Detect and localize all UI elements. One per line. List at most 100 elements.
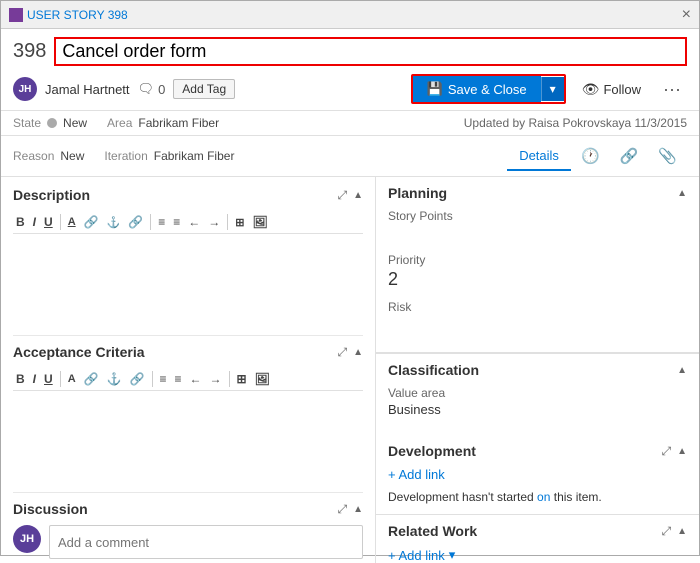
ac-bold-btn[interactable]: B [13, 371, 28, 387]
ac-list-btn[interactable]: ≡ [157, 371, 170, 387]
more-button[interactable]: ··· [657, 77, 687, 102]
link-btn[interactable]: 🔗 [81, 214, 102, 230]
related-header: Related Work ⤢ ▲ [388, 523, 687, 539]
priority-value[interactable]: 2 [388, 269, 687, 290]
story-points-label: Story Points [388, 209, 687, 223]
underline-btn[interactable]: U [41, 214, 56, 230]
classification-collapse[interactable]: ▲ [677, 365, 687, 376]
description-actions: ⤢ ▲ [337, 188, 363, 203]
ac-sep3 [229, 371, 230, 387]
acceptance-expand[interactable]: ⤢ [337, 345, 347, 360]
development-actions: ⤢ ▲ [661, 444, 687, 459]
table-btn[interactable]: ⊞ [232, 215, 247, 230]
olist-btn[interactable]: ≡ [170, 214, 183, 230]
comment-box: JH [13, 525, 363, 559]
close-button[interactable]: × [682, 6, 691, 24]
ac-link2-btn[interactable]: 🔗 [127, 371, 148, 387]
follow-button[interactable]: 👁 Follow [574, 77, 649, 102]
anchor-btn[interactable]: A [65, 215, 79, 229]
description-expand[interactable]: ⤢ [337, 188, 347, 203]
meta-row: State New Area Fabrikam Fiber Updated by… [1, 111, 699, 136]
tab-attachments[interactable]: 📎 [648, 141, 687, 171]
sep1 [60, 214, 61, 230]
related-actions: ⤢ ▲ [661, 524, 687, 539]
title-row: 398 [13, 37, 687, 66]
left-panel: Description ⤢ ▲ B I U A 🔗 ⚓ 🔗 ≡ ≡ ← → [1, 177, 376, 563]
comment-input[interactable] [49, 525, 363, 559]
indent-btn[interactable]: ← [185, 214, 203, 230]
status-dot [47, 118, 57, 128]
sep3 [227, 214, 228, 230]
outdent-btn[interactable]: → [205, 214, 223, 230]
story-points-value[interactable] [388, 225, 687, 243]
risk-value[interactable] [388, 316, 687, 334]
tab-history[interactable]: 🕐 [571, 141, 610, 171]
discussion-actions: ⤢ ▲ [337, 502, 363, 517]
italic-btn[interactable]: I [30, 214, 39, 230]
related-title: Related Work [388, 523, 477, 539]
ac-image-btn[interactable]: 🖼 [252, 371, 273, 387]
ac-italic-btn[interactable]: I [30, 371, 39, 387]
tab-links[interactable]: 🔗 [610, 141, 649, 171]
discussion-title: Discussion [13, 501, 88, 517]
ac-link-btn[interactable]: 🔗 [81, 371, 102, 387]
acceptance-header: Acceptance Criteria ⤢ ▲ [13, 344, 363, 360]
ac-indent-btn[interactable]: ← [187, 371, 205, 387]
acceptance-collapse[interactable]: ▲ [353, 347, 363, 358]
ac-sep1 [60, 371, 61, 387]
ac-sep2 [152, 371, 153, 387]
description-title: Description [13, 187, 90, 203]
user-name: Jamal Hartnett [45, 82, 130, 97]
ac-anchor-btn[interactable]: A [65, 372, 79, 386]
dev-note-link: on [537, 490, 550, 504]
list-btn[interactable]: ≡ [155, 214, 168, 230]
description-textarea[interactable] [13, 240, 363, 320]
title-bar-left: USER STORY 398 [9, 8, 128, 22]
related-collapse[interactable]: ▲ [677, 526, 687, 537]
eye-icon: 👁 [582, 81, 600, 98]
add-related-link-button[interactable]: + Add link ▾ [388, 547, 455, 563]
ac-outdent-btn[interactable]: → [207, 371, 225, 387]
item-number: 398 [13, 40, 46, 63]
ac-unlink-btn[interactable]: ⚓ [104, 371, 125, 387]
header-section: 398 JH Jamal Hartnett 🗨 0 Add Tag 💾 Save… [1, 29, 699, 111]
add-tag-button[interactable]: Add Tag [173, 79, 235, 99]
tabs-area: Details 🕐 🔗 📎 [507, 141, 687, 171]
bold-btn[interactable]: B [13, 214, 28, 230]
planning-collapse[interactable]: ▲ [677, 188, 687, 199]
meta-row-2: Reason New Iteration Fabrikam Fiber Deta… [1, 136, 699, 177]
development-collapse[interactable]: ▲ [677, 446, 687, 457]
image-btn[interactable]: 🖼 [250, 214, 271, 230]
item-title-input[interactable] [54, 37, 687, 66]
save-close-dropdown[interactable]: ▾ [541, 77, 564, 101]
ac-olist-btn[interactable]: ≡ [172, 371, 185, 387]
discussion-expand[interactable]: ⤢ [337, 502, 347, 517]
reason-field: Reason New [13, 149, 84, 163]
ac-table-btn[interactable]: ⊞ [234, 371, 250, 387]
value-area-value[interactable]: Business [388, 402, 687, 417]
acceptance-toolbar: B I U A 🔗 ⚓ 🔗 ≡ ≡ ← → ⊞ 🖼 [13, 368, 363, 391]
planning-title: Planning [388, 185, 447, 201]
related-expand[interactable]: ⤢ [661, 524, 671, 539]
description-collapse[interactable]: ▲ [353, 190, 363, 201]
link2-btn[interactable]: 🔗 [125, 214, 146, 230]
content-area: Description ⤢ ▲ B I U A 🔗 ⚓ 🔗 ≡ ≡ ← → [1, 177, 699, 563]
state-field: State New [13, 116, 87, 130]
development-header: Development ⤢ ▲ [388, 443, 687, 459]
reason-value: New [60, 149, 84, 163]
planning-header: Planning ▲ [388, 185, 687, 201]
unlink-btn[interactable]: ⚓ [104, 215, 124, 230]
title-bar: USER STORY 398 × [1, 1, 699, 29]
add-dev-link-button[interactable]: + Add link [388, 467, 445, 482]
development-section: Development ⤢ ▲ + Add link Development h… [376, 435, 699, 515]
risk-field: Risk [388, 300, 687, 334]
discussion-collapse[interactable]: ▲ [353, 504, 363, 515]
save-close-button[interactable]: 💾 Save & Close [413, 76, 541, 102]
iteration-label: Iteration [104, 149, 147, 163]
tab-details[interactable]: Details [507, 142, 571, 171]
ac-underline-btn[interactable]: U [41, 371, 56, 387]
acceptance-textarea[interactable] [13, 397, 363, 477]
development-expand[interactable]: ⤢ [661, 444, 671, 459]
sep2 [150, 214, 151, 230]
updated-info: Updated by Raisa Pokrovskaya 11/3/2015 [464, 116, 687, 130]
